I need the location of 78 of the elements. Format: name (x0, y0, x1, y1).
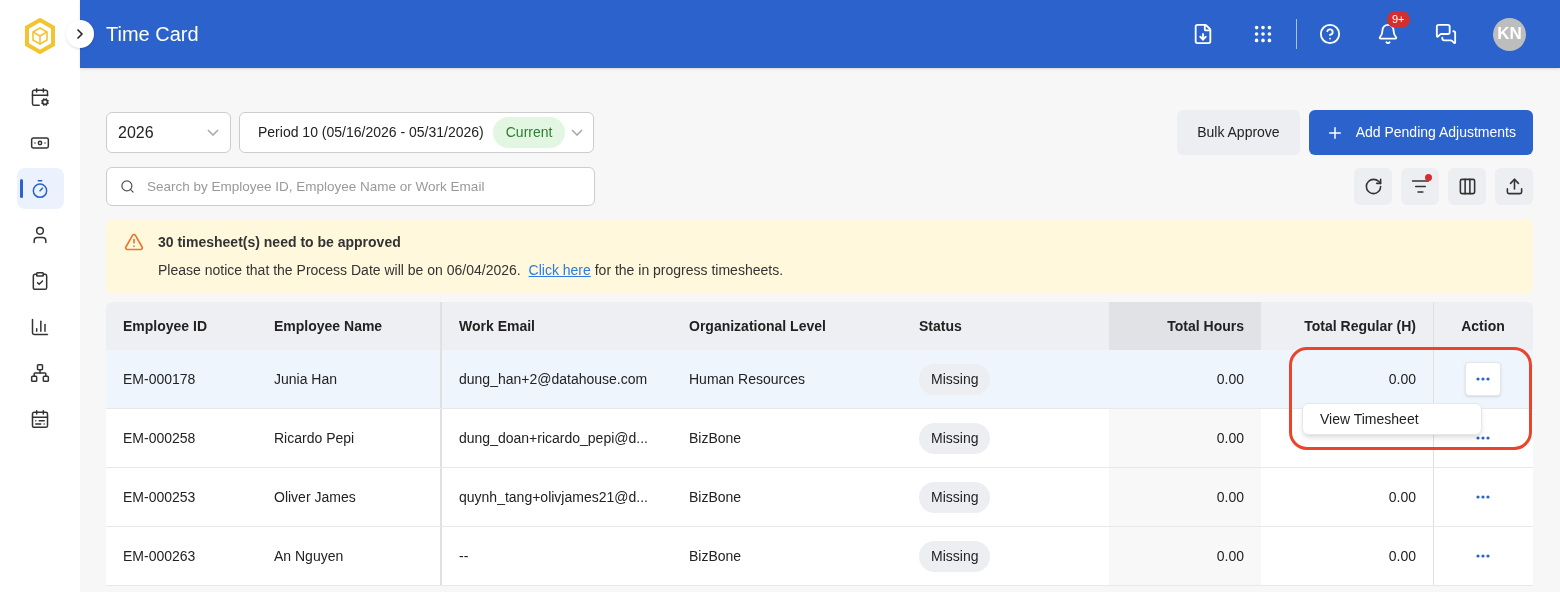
status-badge: Missing (919, 422, 991, 454)
table-cell-text: quynh_tang+olivjames21@d... (459, 487, 648, 507)
click-here-link[interactable]: Click here (528, 262, 591, 278)
table-cell-text: EM-000263 (123, 546, 196, 566)
hierarchy-icon (30, 362, 50, 383)
table-cell-text: EM-000258 (123, 428, 196, 448)
status-badge: Missing (919, 540, 991, 572)
search-icon (120, 179, 135, 194)
sidebar-item[interactable] (16, 168, 64, 209)
chat-icon[interactable] (1435, 23, 1457, 45)
table-cell-text: 0.00 (1388, 546, 1416, 566)
table-cell-text: Junia Han (274, 369, 338, 389)
filter-icon (1410, 177, 1430, 196)
table-cell-text: EM-000253 (123, 487, 196, 507)
columns-icon (1457, 177, 1477, 196)
toolbar-button[interactable] (1401, 168, 1439, 205)
logo-icon (24, 18, 56, 54)
table-cell-text: 0.00 (1216, 428, 1244, 448)
warning-icon (124, 232, 144, 252)
table-cell-text: An Nguyen (274, 546, 344, 566)
help-icon[interactable] (1319, 23, 1341, 45)
bar-chart-icon (30, 316, 50, 337)
chevron-down-icon (207, 129, 219, 136)
table-cell-text: Human Resources (689, 369, 805, 389)
ellipsis-icon (1476, 495, 1490, 499)
column-header[interactable]: Organizational Level (672, 302, 902, 350)
file-download-icon[interactable] (1192, 23, 1214, 45)
table-cell-text: 0.00 (1216, 487, 1244, 507)
notification-badge: 9+ (1387, 11, 1410, 28)
notice-message: Please notice that the Process Date will be on 06/04/2026. Click here for the in progress timesheets. (158, 261, 784, 280)
ellipsis-icon (1476, 554, 1490, 558)
status-badge: Missing (919, 363, 991, 395)
page-title: Time Card (106, 22, 200, 47)
bell-icon[interactable] (1377, 23, 1399, 45)
table-cell-text: EM-000178 (123, 369, 196, 389)
table-cell-text: 0.00 (1216, 546, 1244, 566)
status-badge: Missing (919, 481, 991, 513)
search-field[interactable]: Search by Employee ID, Employee Name or Work Email (106, 167, 595, 206)
apps-grid-icon[interactable] (1252, 23, 1274, 45)
table-cell-text: Oliver James (274, 487, 356, 507)
ellipsis-icon (1476, 377, 1490, 381)
person-icon (30, 224, 50, 245)
column-header[interactable]: Work Email (442, 302, 672, 350)
column-header[interactable]: Total Hours (1109, 302, 1261, 350)
menu-item[interactable]: View Timesheet (1303, 407, 1481, 431)
table-cell-text: dung_han+2@datahouse.com (459, 369, 648, 389)
table-cell-text: -- (459, 546, 469, 566)
column-header[interactable]: Employee ID (106, 302, 257, 350)
toolbar-button[interactable] (1354, 168, 1392, 205)
ellipsis-icon (1476, 436, 1490, 440)
upload-icon (1504, 177, 1524, 196)
table-row[interactable]: EM-000178 Junia Han dung_han+2@datahouse.com Human Resources Missing 0.00 0.00 (106, 350, 1533, 409)
period-select[interactable]: Period 10 (05/16/2026 - 05/31/2026) Current (239, 112, 595, 153)
table-cell-text: 0.00 (1388, 369, 1416, 389)
add-pending-adjustments-button[interactable]: Add Pending Adjustments (1308, 110, 1533, 155)
table-row[interactable]: EM-000253 Oliver James quynh_tang+olivjames21@d... BizBone Missing 0.00 0.00 (106, 468, 1533, 527)
calendar-icon (30, 86, 50, 107)
table-cell-text: 0.00 (1216, 369, 1244, 389)
table-cell-text: Ricardo Pepi (274, 428, 355, 448)
table-cell-text: 0.00 (1388, 487, 1416, 507)
toolbar-button[interactable] (1495, 168, 1533, 205)
column-header[interactable]: Status (902, 302, 1109, 350)
current-tag: Current (492, 117, 566, 148)
toolbar-button[interactable] (1448, 168, 1486, 205)
table-row[interactable]: EM-000263 An Nguyen -- BizBone Missing 0.00 0.00 (106, 527, 1533, 586)
table-cell-text: BizBone (689, 487, 742, 507)
chevron-down-icon (571, 129, 584, 136)
table-cell-text: BizBone (689, 546, 742, 566)
table-cell-text: BizBone (689, 428, 742, 448)
checklist-icon (30, 270, 50, 291)
refresh-icon (1363, 177, 1383, 196)
bulk-approve-button[interactable]: Bulk Approve (1177, 110, 1300, 155)
calendar-icon (30, 408, 50, 429)
notice-title: 30 timesheet(s) need to be approved (158, 233, 402, 252)
year-select[interactable]: 2026 (106, 112, 231, 153)
timer-icon (30, 178, 50, 199)
column-header[interactable]: Action (1434, 302, 1532, 350)
table-cell-text: dung_doan+ricardo_pepi@d... (459, 428, 648, 448)
